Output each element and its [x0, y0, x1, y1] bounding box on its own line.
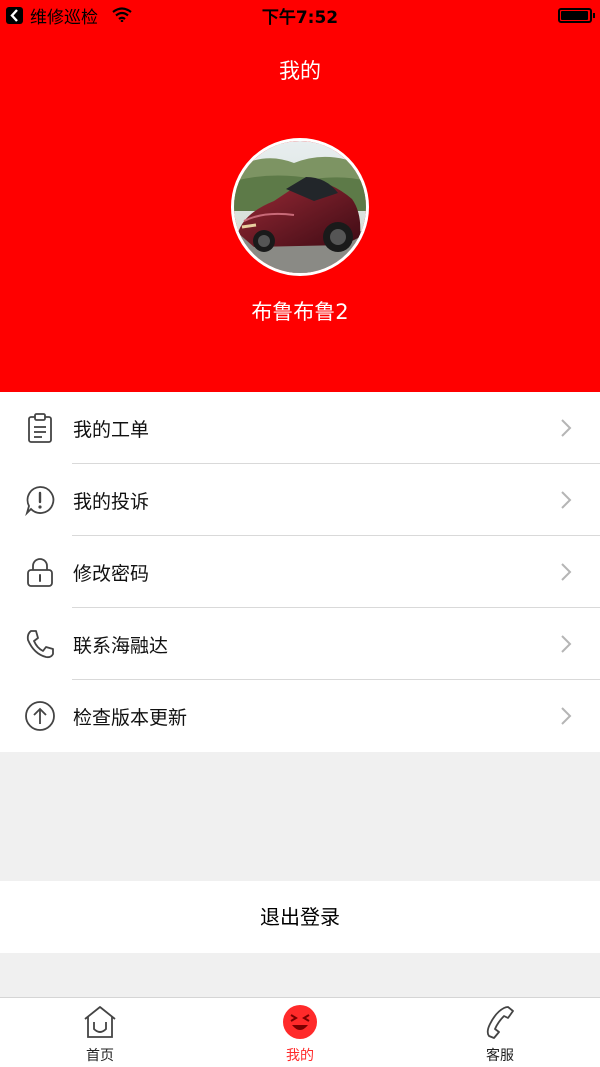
logout-label: 退出登录	[260, 905, 340, 929]
phone-icon	[486, 1006, 514, 1039]
menu-item-label: 检查版本更新	[73, 707, 188, 729]
menu-item-label: 联系海融达	[73, 635, 169, 657]
home-icon	[84, 1006, 116, 1038]
chevron-right-icon	[561, 563, 572, 581]
lock-icon	[27, 558, 53, 587]
chevron-right-icon	[561, 635, 572, 653]
profile-header: 维修巡检 下午7:52 我的 布鲁布鲁2	[0, 0, 600, 392]
status-bar: 维修巡检 下午7:52	[0, 0, 600, 30]
battery-level	[561, 11, 588, 20]
avatar[interactable]	[231, 138, 369, 276]
menu-item-contact[interactable]: 联系海融达	[0, 608, 600, 680]
smiley-face-icon	[283, 1005, 317, 1039]
logout-button[interactable]: 退出登录	[0, 881, 600, 953]
phone-icon	[26, 630, 54, 659]
car-photo-icon	[234, 141, 366, 273]
menu-item-work-orders[interactable]: 我的工单	[0, 392, 600, 464]
tab-service[interactable]: 客服	[400, 998, 600, 1067]
menu-item-label: 我的工单	[73, 419, 150, 441]
tab-label: 客服	[486, 1048, 514, 1064]
tab-home[interactable]: 首页	[0, 998, 200, 1067]
upload-arrow-icon	[25, 701, 55, 731]
tab-label: 首页	[86, 1048, 114, 1064]
tab-bar: 首页 我的 客服	[0, 997, 600, 1067]
page-title: 我的	[279, 59, 321, 83]
tab-mine[interactable]: 我的	[200, 998, 400, 1067]
clipboard-icon	[28, 413, 52, 443]
tab-label: 我的	[286, 1048, 314, 1064]
menu-item-complaints[interactable]: 我的投诉	[0, 464, 600, 536]
battery-icon	[558, 8, 595, 23]
profile-menu: 我的工单 我的投诉 修改密码 联系海融达 检查版本更新	[0, 392, 600, 752]
chevron-right-icon	[561, 707, 572, 725]
chevron-right-icon	[561, 491, 572, 509]
status-time: 下午7:52	[261, 8, 339, 28]
menu-item-check-update[interactable]: 检查版本更新	[0, 680, 600, 752]
chevron-right-icon	[561, 419, 572, 437]
menu-item-change-password[interactable]: 修改密码	[0, 536, 600, 608]
alert-bubble-icon	[25, 486, 55, 516]
username: 布鲁布鲁2	[251, 300, 349, 324]
menu-item-label: 我的投诉	[73, 491, 150, 513]
menu-item-label: 修改密码	[73, 563, 150, 585]
